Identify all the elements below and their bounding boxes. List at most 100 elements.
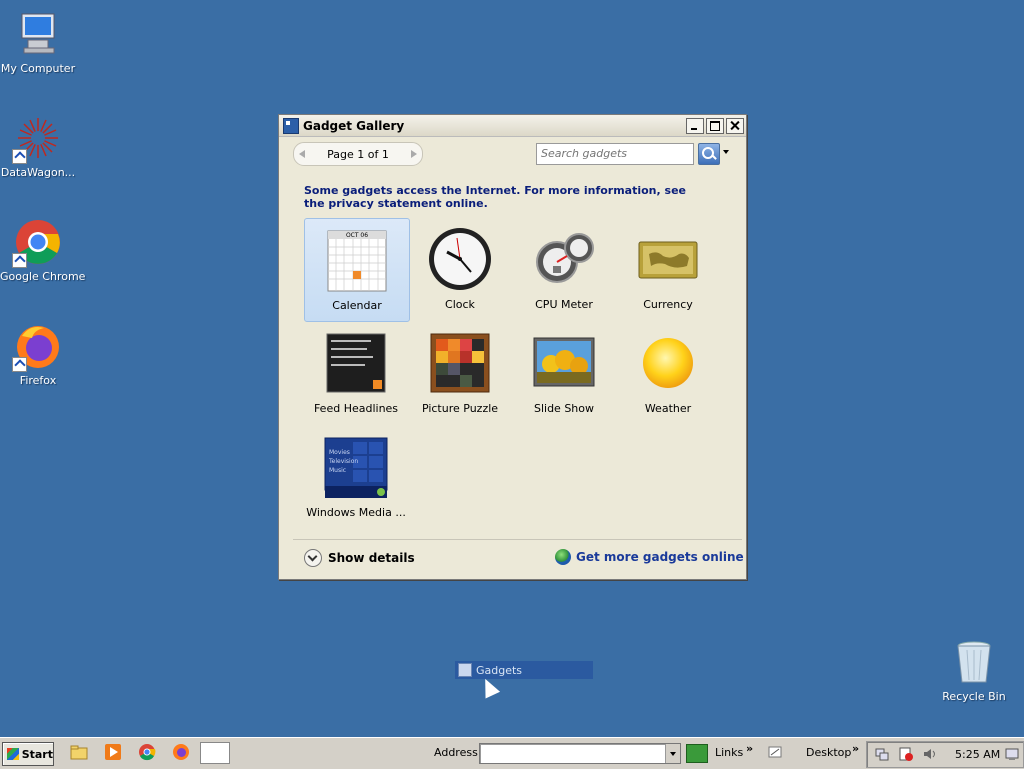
gadget-feed-headlines[interactable]: Feed Headlines [304, 322, 408, 424]
media-line-movies: Movies [329, 449, 350, 456]
address-dropdown-button[interactable] [665, 744, 680, 763]
address-input[interactable] [480, 744, 664, 763]
system-tray: 5:25 AM [866, 741, 1024, 768]
shortcut-arrow-icon [12, 149, 27, 164]
divider [293, 539, 742, 540]
gadget-label: Slide Show [533, 402, 595, 415]
start-button[interactable]: Start [2, 742, 54, 766]
feed-headlines-icon [323, 330, 389, 396]
shortcut-arrow-icon [12, 357, 27, 372]
gadget-picture-puzzle[interactable]: Picture Puzzle [408, 322, 512, 424]
network-icon[interactable] [875, 747, 889, 761]
taskbar: Start Address Links » Desktop » 5:25 AM [0, 737, 1024, 769]
maximize-button[interactable] [706, 117, 724, 134]
gallery-toolbar: Page 1 of 1 [293, 142, 736, 166]
cpu-meter-icon [531, 226, 597, 292]
desktop-icon-label: DataWagon... [0, 166, 76, 179]
desktop-icon-google-chrome[interactable]: Google Chrome [0, 218, 85, 283]
media-menu-lines: Movies Television Music [329, 448, 358, 475]
gadgets-drag-item[interactable]: Gadgets [455, 661, 593, 679]
desktop-toolbar[interactable]: Desktop [806, 746, 851, 759]
search-options-dropdown-icon[interactable] [723, 150, 729, 154]
calendar-icon: OCT 06 [324, 227, 390, 293]
media-line-music: Music [329, 467, 347, 474]
desktop-icon-label: Firefox [19, 374, 57, 387]
gadget-weather[interactable]: Weather [616, 322, 720, 424]
computer-icon [14, 10, 62, 58]
picture-puzzle-icon [427, 330, 493, 396]
gadget-calendar[interactable]: OCT 06 Calendar [304, 218, 410, 322]
desktop-icon-label: Recycle Bin [942, 690, 1006, 703]
desktop-icon-label: My Computer [0, 62, 76, 75]
gadget-label: Currency [643, 298, 693, 311]
search-input[interactable] [537, 144, 695, 162]
media-line-television: Television [329, 458, 359, 465]
show-desktop-icon[interactable] [1005, 747, 1019, 761]
page-indicator: Page 1 of 1 [327, 147, 389, 161]
gadget-currency[interactable]: Currency [616, 218, 720, 320]
clock-icon [427, 226, 493, 292]
minimize-button[interactable] [686, 117, 704, 134]
get-more-gadgets-link[interactable]: Get more gadgets online [555, 549, 744, 565]
gadget-label: CPU Meter [535, 298, 593, 311]
links-toolbar[interactable]: Links [715, 746, 743, 759]
search-icon[interactable] [698, 143, 720, 165]
address-label: Address [434, 746, 478, 759]
gadget-slide-show[interactable]: Slide Show [512, 322, 616, 424]
gadget-clock[interactable]: Clock [408, 218, 512, 320]
calendar-month-label: OCT 06 [345, 232, 369, 239]
gadget-label: Feed Headlines [313, 402, 399, 415]
internet-notice: Some gadgets access the Internet. For mo… [304, 184, 686, 210]
search-box [536, 143, 695, 165]
gadget-label: Calendar [332, 299, 382, 312]
gadget-label: Windows Media ... [306, 506, 406, 519]
gadget-cpu-meter[interactable]: CPU Meter [512, 218, 616, 320]
tray-clock[interactable]: 5:25 AM [955, 748, 1000, 761]
quick-launch-firefox-icon[interactable] [172, 743, 190, 761]
weather-sun-icon [635, 330, 701, 396]
desktop-chevron-icon[interactable]: » [852, 742, 859, 755]
desktop-icon-my-computer[interactable]: My Computer [0, 10, 76, 75]
desktop-icon-datawagon[interactable]: DataWagon... [0, 114, 76, 179]
title-bar[interactable]: Gadget Gallery [279, 115, 746, 137]
links-chevron-icon[interactable]: » [746, 742, 753, 755]
volume-icon[interactable] [923, 747, 937, 761]
quick-launch-media-player-icon[interactable] [104, 743, 122, 761]
desktop-icon-firefox[interactable]: Firefox [0, 322, 76, 387]
currency-icon [635, 226, 701, 292]
chevron-down-icon [304, 549, 322, 567]
firefox-icon [12, 322, 62, 372]
pager: Page 1 of 1 [293, 142, 423, 166]
gadget-label: Weather [644, 402, 692, 415]
windows-media-icon: Movies Television Music [323, 434, 389, 500]
close-button[interactable] [726, 117, 744, 134]
quick-launch-window-button[interactable] [200, 742, 230, 764]
shortcut-arrow-icon [12, 253, 27, 268]
address-bar [479, 743, 681, 764]
gadget-label: Picture Puzzle [421, 402, 499, 415]
gadget-list-area: Some gadgets access the Internet. For mo… [293, 170, 741, 538]
show-details-label: Show details [328, 551, 415, 565]
go-button-icon[interactable] [686, 744, 708, 763]
gadgets-icon [458, 663, 472, 677]
gadget-gallery-window[interactable]: Gadget Gallery Page 1 of 1 Some gadgets … [278, 114, 747, 580]
globe-icon [555, 549, 571, 565]
security-alert-icon[interactable] [899, 747, 913, 761]
get-more-gadgets-label: Get more gadgets online [576, 550, 744, 564]
datawagon-icon [12, 114, 62, 164]
next-page-button[interactable] [404, 144, 422, 164]
desktop-toolbar-icon [768, 745, 782, 759]
quick-launch-chrome-icon[interactable] [138, 743, 156, 761]
quick-launch-folder-icon[interactable] [70, 743, 88, 761]
previous-page-button[interactable] [294, 144, 312, 164]
gadget-gallery-icon [283, 117, 299, 134]
chrome-icon [12, 218, 62, 268]
start-label: Start [21, 747, 53, 761]
gadget-windows-media-center[interactable]: Movies Television Music Windows Media ..… [304, 426, 408, 528]
gadget-label: Clock [445, 298, 475, 311]
show-details-button[interactable]: Show details [304, 549, 415, 567]
gadgets-drag-label: Gadgets [476, 663, 523, 677]
window-title: Gadget Gallery [303, 118, 405, 133]
slide-show-icon [531, 330, 597, 396]
desktop-icon-recycle-bin[interactable]: Recycle Bin [936, 638, 1012, 703]
